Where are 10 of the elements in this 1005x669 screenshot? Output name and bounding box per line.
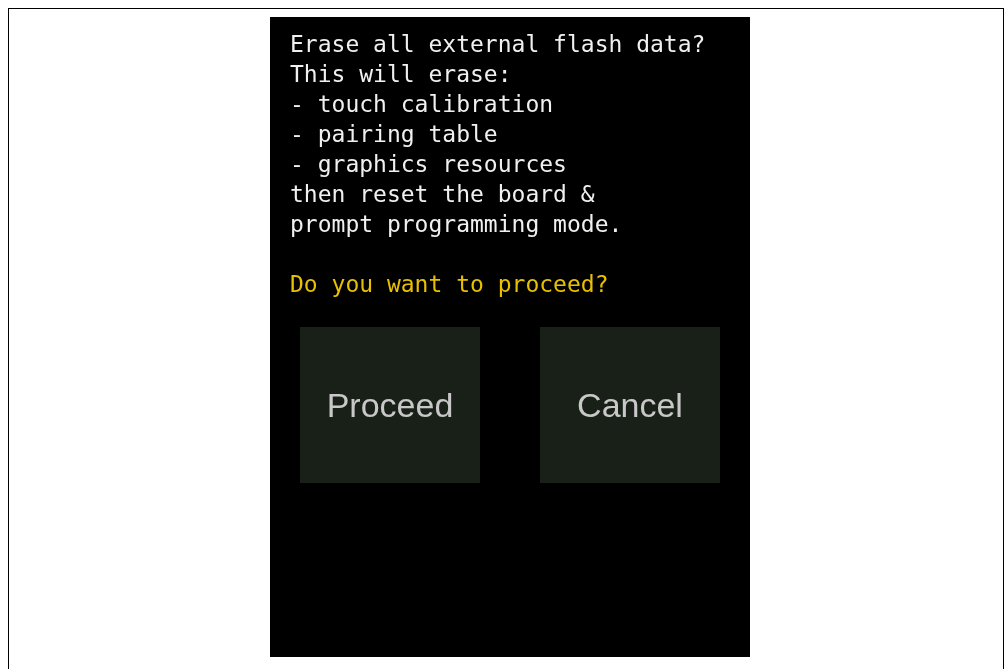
message-line: then reset the board & — [290, 180, 595, 209]
message-line: - pairing table — [290, 120, 498, 149]
dialog-button[interactable]: Proceed — [300, 327, 480, 483]
message-line: prompt programming mode. — [290, 210, 623, 239]
message-line: This will erase: — [290, 60, 512, 89]
question-text: Do you want to proceed? — [290, 270, 609, 299]
dialog-button[interactable]: Cancel — [540, 327, 720, 483]
message-line: - graphics resources — [290, 150, 567, 179]
message-line: Erase all external flash data? — [290, 30, 706, 59]
message-line: - touch calibration — [290, 90, 554, 119]
